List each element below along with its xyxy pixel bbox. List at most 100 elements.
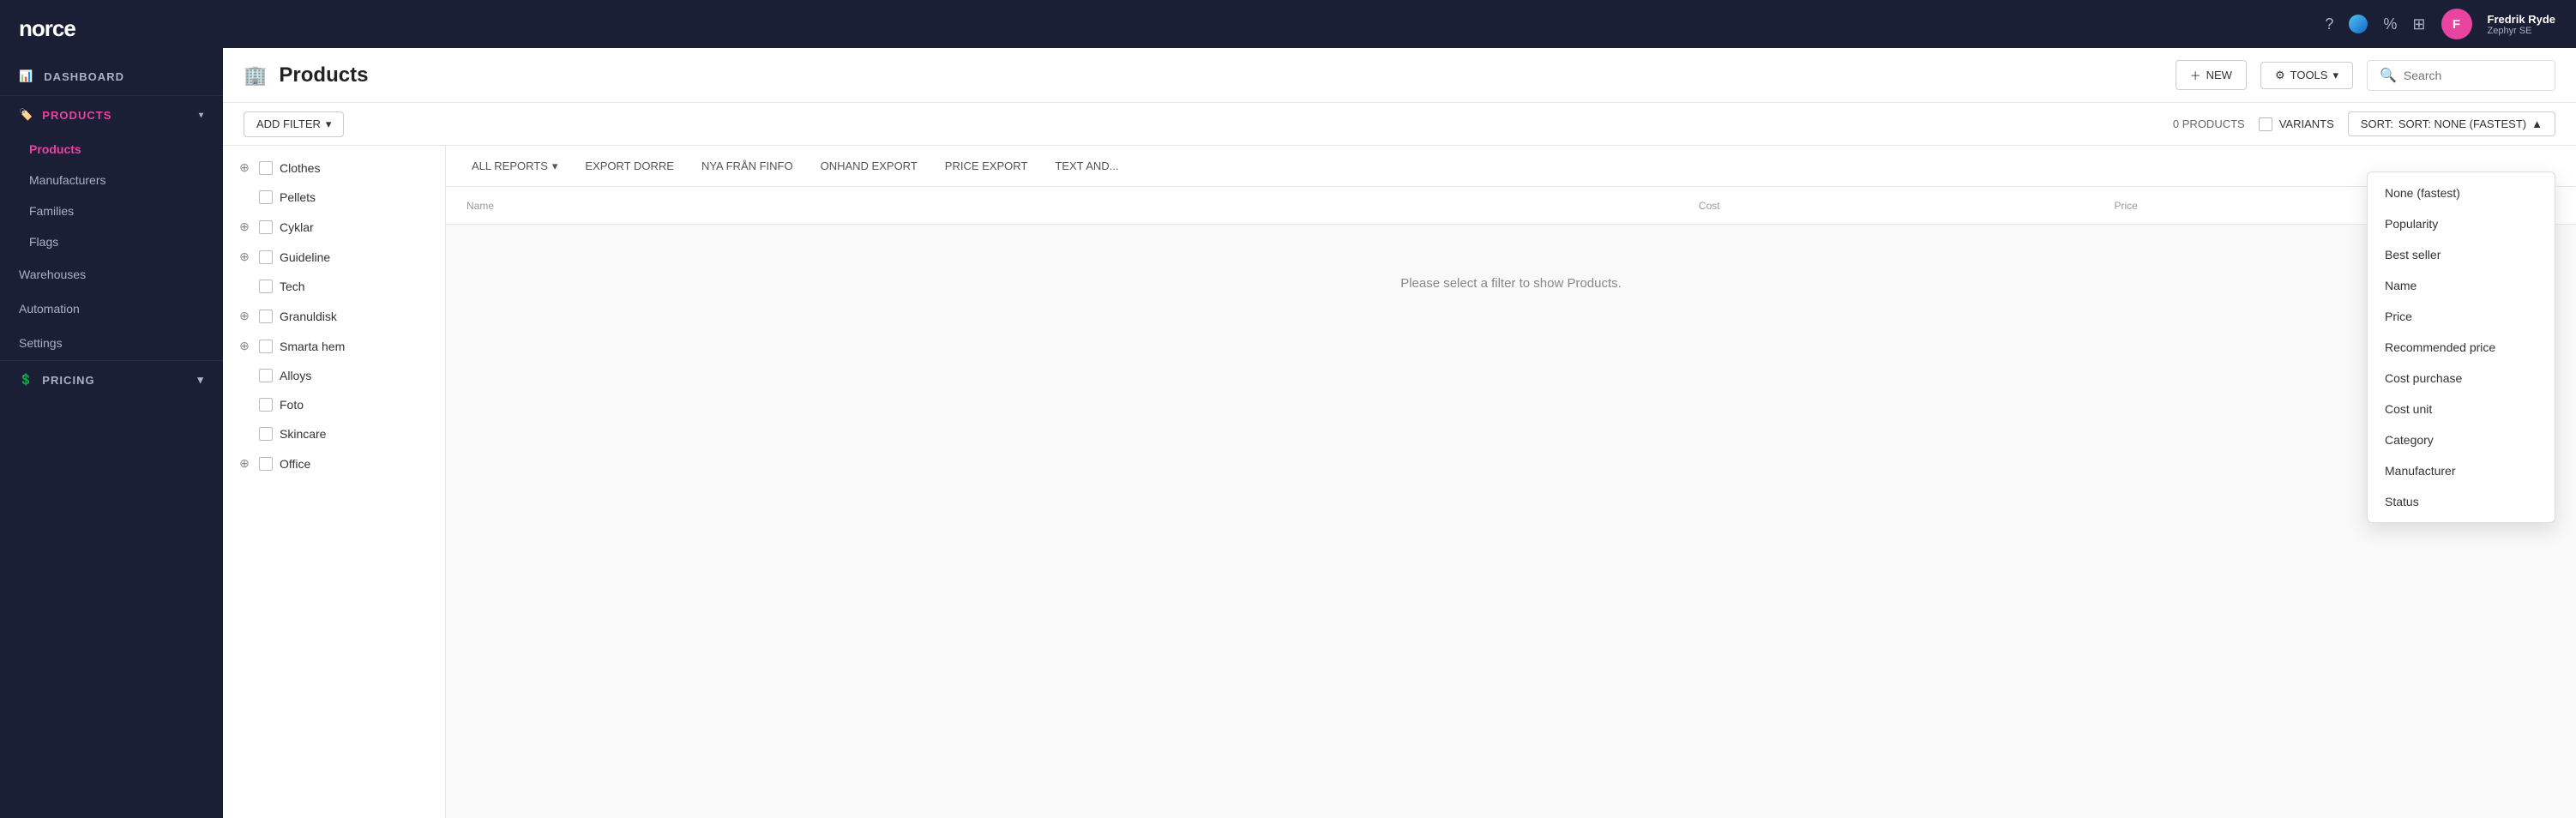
sidebar-item-automation[interactable]: Automation [0, 292, 223, 326]
sidebar-item-warehouses[interactable]: Warehouses [0, 257, 223, 292]
sort-option-cost-unit[interactable]: Cost unit [2368, 394, 2555, 424]
page-title-icon: 🏢 [244, 64, 267, 87]
list-item[interactable]: Pellets [223, 183, 445, 212]
category-panel: ⊕ Clothes Pellets ⊕ Cyklar ⊕ Guideline [223, 146, 446, 818]
page-title-area: 🏢 Products [244, 63, 368, 87]
sidebar-section-products: 🏷️ PRODUCTS ▾ Products Manufacturers Fam… [0, 95, 223, 257]
sort-option-category[interactable]: Category [2368, 424, 2555, 455]
table-area: Name Cost Price On hand Please select a … [446, 187, 2576, 818]
sidebar-products-header[interactable]: 🏷️ PRODUCTS ▾ [0, 96, 223, 134]
page-header-actions: ＋ NEW ⚙ TOOLS ▾ 🔍 [2176, 60, 2555, 91]
expand-icon [237, 398, 252, 412]
sort-chevron-icon: ▲ [2531, 117, 2543, 130]
sidebar-item-manufacturers[interactable]: Manufacturers [0, 165, 223, 195]
tab-chevron-icon: ▾ [552, 159, 558, 173]
table-header: Name Cost Price On hand [446, 187, 2576, 225]
expand-icon: ⊕ [237, 250, 252, 264]
sort-button[interactable]: SORT: SORT: NONE (FASTEST) ▲ [2348, 111, 2555, 136]
sort-option-price[interactable]: Price [2368, 301, 2555, 332]
category-clothes-label: Clothes [280, 161, 320, 175]
tab-text-and[interactable]: TEXT AND... [1043, 154, 1130, 177]
category-checkbox[interactable] [259, 220, 273, 234]
content-area: ⊕ Clothes Pellets ⊕ Cyklar ⊕ Guideline [223, 146, 2576, 818]
list-item[interactable]: ⊕ Office [223, 448, 445, 478]
topbar: ? % ⊞ F Fredrik Ryde Zephyr SE [223, 0, 2576, 48]
user-info: Fredrik Ryde Zephyr SE [2488, 13, 2555, 36]
tab-nya-fran-finfo[interactable]: NYA FRÅN FINFO [689, 154, 805, 177]
list-item[interactable]: ⊕ Guideline [223, 242, 445, 272]
category-checkbox[interactable] [259, 398, 273, 412]
sort-option-status[interactable]: Status [2368, 486, 2555, 517]
category-alloys-label: Alloys [280, 369, 311, 382]
variants-checkbox[interactable] [2259, 117, 2272, 131]
main-content: ? % ⊞ F Fredrik Ryde Zephyr SE 🏢 Product… [223, 0, 2576, 818]
right-panel: ALL REPORTS ▾ EXPORT DORRE NYA FRÅN FINF… [446, 146, 2576, 818]
add-filter-button[interactable]: ADD FILTER ▾ [244, 111, 344, 137]
grid-icon[interactable]: ⊞ [2412, 15, 2425, 33]
user-name: Fredrik Ryde [2488, 13, 2555, 26]
category-pellets-label: Pellets [280, 190, 316, 204]
list-item[interactable]: Foto [223, 390, 445, 419]
expand-icon: ⊕ [237, 309, 252, 323]
page-header: 🏢 Products ＋ NEW ⚙ TOOLS ▾ 🔍 [223, 48, 2576, 103]
variants-toggle[interactable]: VARIANTS [2259, 117, 2334, 131]
sidebar-pricing-header[interactable]: 💲 PRICING ▾ [0, 360, 223, 399]
tab-all-reports[interactable]: ALL REPORTS ▾ [460, 154, 569, 178]
sort-option-recommended-price[interactable]: Recommended price [2368, 332, 2555, 363]
tab-export-dorre[interactable]: EXPORT DORRE [573, 154, 686, 177]
search-box[interactable]: 🔍 [2367, 60, 2555, 91]
list-item[interactable]: ⊕ Smarta hem [223, 331, 445, 361]
category-checkbox[interactable] [259, 161, 273, 175]
category-checkbox[interactable] [259, 457, 273, 471]
category-foto-label: Foto [280, 398, 304, 412]
expand-icon: ⊕ [237, 456, 252, 471]
language-icon[interactable] [2349, 15, 2368, 33]
new-button[interactable]: ＋ NEW [2176, 60, 2247, 90]
sidebar-item-dashboard[interactable]: 📊 Dashboard [0, 57, 223, 95]
col-name-header: Name [466, 200, 1302, 212]
list-item[interactable]: Tech [223, 272, 445, 301]
sidebar-item-flags[interactable]: Flags [0, 226, 223, 257]
sort-option-name[interactable]: Name [2368, 270, 2555, 301]
tools-button[interactable]: ⚙ TOOLS ▾ [2260, 62, 2353, 89]
sidebar-item-products[interactable]: Products [0, 134, 223, 165]
sort-value: SORT: NONE (FASTEST) [2398, 117, 2526, 130]
col-cost-header: Cost [1302, 200, 1719, 212]
col-price-header: Price [1720, 200, 2138, 212]
list-item[interactable]: Alloys [223, 361, 445, 390]
category-checkbox[interactable] [259, 340, 273, 353]
category-checkbox[interactable] [259, 427, 273, 441]
sidebar-item-families[interactable]: Families [0, 195, 223, 226]
sort-option-manufacturer[interactable]: Manufacturer [2368, 455, 2555, 486]
sort-option-cost-purchase[interactable]: Cost purchase [2368, 363, 2555, 394]
tab-price-export[interactable]: PRICE EXPORT [933, 154, 1040, 177]
list-item[interactable]: ⊕ Cyklar [223, 212, 445, 242]
tab-onhand-export[interactable]: ONHAND EXPORT [809, 154, 930, 177]
category-checkbox[interactable] [259, 190, 273, 204]
products-section-icon: 🏷️ [19, 108, 33, 122]
sidebar-item-settings[interactable]: Settings [0, 326, 223, 360]
dashboard-icon: 📊 [19, 69, 33, 83]
category-cyklar-label: Cyklar [280, 220, 314, 234]
help-icon[interactable]: ? [2325, 15, 2333, 33]
sort-option-popularity[interactable]: Popularity [2368, 208, 2555, 239]
discount-icon[interactable]: % [2383, 15, 2397, 33]
pricing-icon: 💲 [19, 373, 33, 387]
list-item[interactable]: ⊕ Granuldisk [223, 301, 445, 331]
avatar[interactable]: F [2441, 9, 2472, 39]
category-checkbox[interactable] [259, 250, 273, 264]
sort-option-best-seller[interactable]: Best seller [2368, 239, 2555, 270]
search-input[interactable] [2404, 69, 2541, 82]
category-checkbox[interactable] [259, 310, 273, 323]
category-checkbox[interactable] [259, 280, 273, 293]
expand-icon: ⊕ [237, 339, 252, 353]
tools-chevron-icon: ▾ [2332, 69, 2338, 82]
list-item[interactable]: Skincare [223, 419, 445, 448]
sort-label: SORT: [2361, 117, 2393, 130]
category-checkbox[interactable] [259, 369, 273, 382]
add-icon: ⊕ [237, 160, 252, 175]
category-tech-label: Tech [280, 280, 305, 293]
category-add-item[interactable]: ⊕ Clothes [223, 153, 445, 183]
variants-label: VARIANTS [2279, 117, 2334, 130]
sort-option-none[interactable]: None (fastest) [2368, 177, 2555, 208]
